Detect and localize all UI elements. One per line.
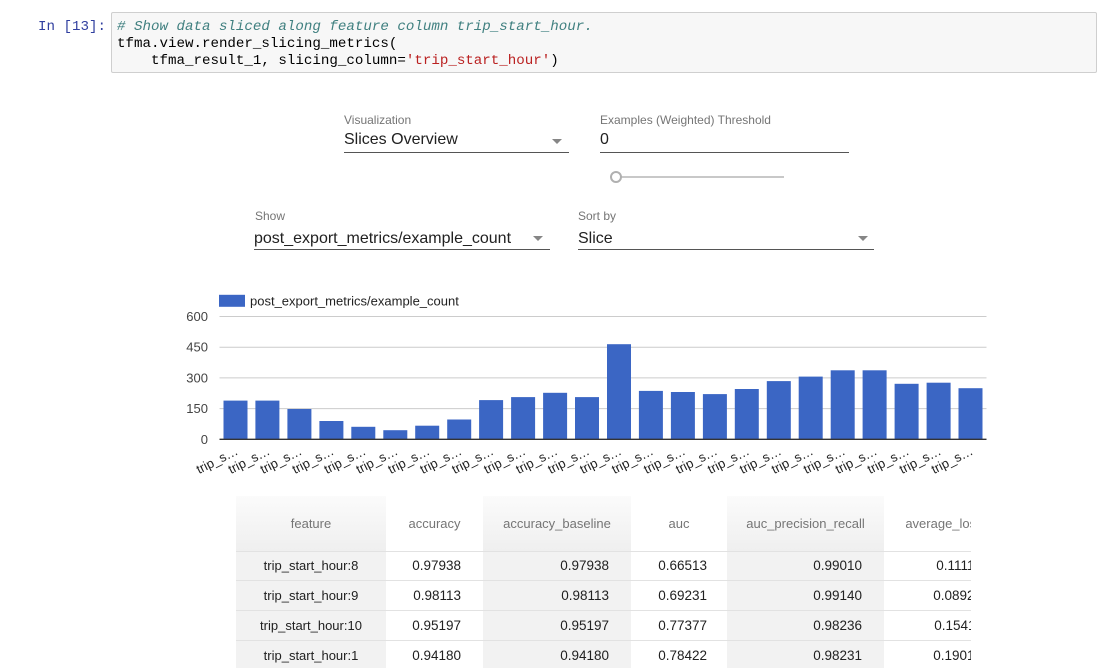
svg-text:300: 300 [186, 370, 208, 385]
svg-text:600: 600 [186, 309, 208, 324]
svg-text:post_export_metrics/example_co: post_export_metrics/example_count [250, 294, 459, 309]
svg-text:450: 450 [186, 340, 208, 355]
svg-text:150: 150 [186, 401, 208, 416]
svg-text:0: 0 [201, 432, 208, 447]
